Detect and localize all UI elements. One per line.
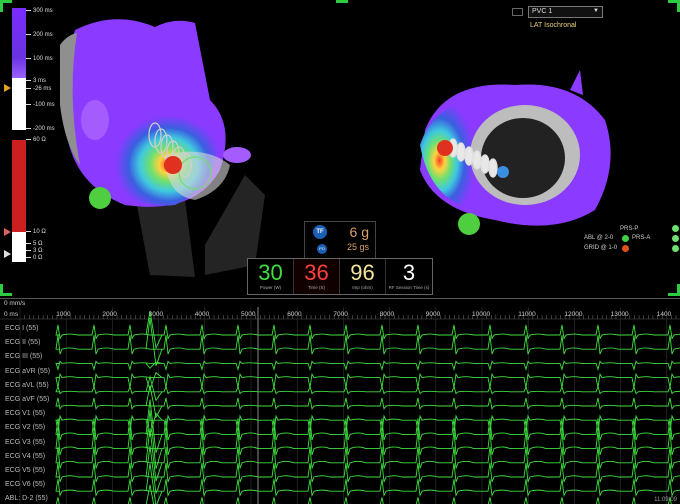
scale-tick: -100 ms <box>26 102 55 108</box>
scale-tick: 3 Ω <box>26 248 43 254</box>
clock: 11:09:09 <box>654 497 677 503</box>
legend-prs-p: PRS-P <box>620 226 639 232</box>
scale-tick: 3 ms <box>26 78 46 84</box>
scale-tick: -200 ms <box>26 126 55 132</box>
lead-label[interactable]: ECG II (55) <box>5 339 40 346</box>
color-scale[interactable]: 300 ms 200 ms 100 ms 3 ms -26 ms -100 ms… <box>0 0 60 264</box>
map-select-icon[interactable] <box>512 8 523 16</box>
lead-label[interactable]: ECG V1 (55) <box>5 410 45 417</box>
ruler-tick-label: 5000 <box>241 311 256 318</box>
ruler-tick-label: 13000 <box>610 311 629 318</box>
session-time-value: 3 <box>402 260 416 285</box>
viewport-corner <box>668 0 680 12</box>
scale-tick: 10 Ω <box>26 229 46 235</box>
contact-force-panel: TF PO 6 g 25 gs <box>304 221 376 259</box>
ecg-trace <box>55 399 680 453</box>
ruler-tick-label: 11000 <box>518 311 536 318</box>
scale-tick: -26 ms <box>26 86 51 92</box>
ruler-tick-label: 8000 <box>379 311 395 318</box>
ecg-traces[interactable] <box>0 299 680 504</box>
contact-force-value: 6 g <box>349 224 369 240</box>
impedance-scale-bar <box>12 140 26 232</box>
ruler-tick-label: 9000 <box>425 311 441 318</box>
chevron-down-icon[interactable]: ▼ <box>593 8 599 14</box>
viewport-center-mark <box>336 0 348 3</box>
ecg-trace <box>55 484 672 504</box>
scale-tick: 60 Ω <box>26 137 46 143</box>
scale-tick: 300 ms <box>26 8 53 14</box>
power-value: 30 <box>258 260 283 285</box>
prs-a-dot-icon <box>672 235 679 242</box>
legend-grid: GRID @ 1-0 <box>584 245 618 251</box>
heart-model-right[interactable] <box>405 70 630 240</box>
status-dot-icon <box>672 245 679 252</box>
time-cell: 36 Time (S) <box>294 259 340 294</box>
legend-prs-a: PRS-A <box>632 235 651 241</box>
scale-tick: 200 ms <box>26 32 53 38</box>
ecg-panel[interactable]: 0 mm/s 0 ms 1000 2000 3000 4000 5000 6000 7000… <box>0 298 680 504</box>
impedance-scale-bar-white <box>12 232 26 262</box>
ablation-data-panel: 30 Power (W) 36 Time (S) 96 Imp (ohm) 3 … <box>247 258 433 295</box>
ruler-tick-label: 7000 <box>333 311 348 318</box>
ruler-tick-label: 1400 <box>656 311 672 318</box>
viewport-corner <box>668 284 680 296</box>
time-label: Time (S) <box>307 285 326 290</box>
lat-scale-bar-white <box>12 78 26 130</box>
lead-label[interactable]: ECG V6 (55) <box>5 481 45 488</box>
legend-abl: ABL @ 2-0 <box>584 235 614 241</box>
power-label: Power (W) <box>259 285 282 290</box>
scale-tick: 5 Ω <box>26 241 43 247</box>
scale-handle-icon[interactable] <box>4 250 11 258</box>
lead-label[interactable]: ECG I (55) <box>5 325 38 332</box>
contact-force-integral: 25 gs <box>346 242 369 252</box>
lat-scale-bar <box>12 8 26 78</box>
scale-handle-icon[interactable] <box>4 84 11 92</box>
session-time-cell: 3 RF Session Time (s) <box>386 259 432 294</box>
ecg-trace <box>55 463 680 504</box>
ruler-tick-label: 1000 <box>56 311 71 318</box>
session-time-label: RF Session Time (s) <box>388 285 430 290</box>
map-viewport[interactable]: 300 ms 200 ms 100 ms 3 ms -26 ms -100 ms… <box>0 0 680 298</box>
ruler-header: 0 mm/s <box>4 300 26 307</box>
abl-dot-icon <box>622 235 629 242</box>
lead-label[interactable]: ECG aVR (55) <box>5 368 50 375</box>
grid-dot-icon <box>622 245 629 252</box>
heart-model-left[interactable] <box>55 15 265 280</box>
impedance-label: Imp (ohm) <box>352 285 373 290</box>
ecg-trace <box>55 317 680 366</box>
power-cell: 30 Power (W) <box>248 259 294 294</box>
lead-label[interactable]: ECG aVF (55) <box>5 396 49 403</box>
viewport-corner <box>0 284 12 296</box>
ruler-origin: 0 ms <box>4 311 19 318</box>
time-ruler[interactable]: 0 mm/s 0 ms 1000 2000 3000 4000 5000 6000 7000… <box>0 299 680 319</box>
ecg-trace <box>55 360 680 372</box>
ruler-tick-label: 3000 <box>148 311 164 318</box>
ruler-tick-label: 2000 <box>102 311 117 318</box>
lead-label[interactable]: ECG V2 (55) <box>5 424 45 431</box>
prs-p-dot-icon <box>672 225 679 232</box>
time-value: 36 <box>304 260 329 285</box>
map-select-value: PVC 1 <box>532 8 553 15</box>
lead-label[interactable]: ECG V5 (55) <box>5 467 45 474</box>
lead-label[interactable]: ECG V4 (55) <box>5 453 45 460</box>
lead-label[interactable]: ECG III (55) <box>5 353 42 360</box>
lead-label[interactable]: ECG V3 (55) <box>5 439 45 446</box>
scale-tick: 100 ms <box>26 56 53 62</box>
ruler-tick-label: 4000 <box>194 311 210 318</box>
ecg-trace <box>55 410 680 469</box>
impedance-value: 96 <box>350 260 375 285</box>
map-select-dropdown[interactable]: PVC 1 ▼ <box>528 6 603 18</box>
map-subtitle: LAT Isochronal <box>530 22 577 29</box>
lead-label[interactable]: ECG aVL (55) <box>5 382 49 389</box>
lead-label[interactable]: ABL: D-2 (55) <box>5 495 48 502</box>
scale-tick: 0 Ω <box>26 255 43 261</box>
ruler-tick-label: 12000 <box>564 311 583 318</box>
impedance-cell: 96 Imp (ohm) <box>340 259 386 294</box>
scale-handle-icon[interactable] <box>4 228 11 236</box>
ruler-tick-label: 6000 <box>287 311 302 318</box>
ruler-tick-label: 10000 <box>472 311 491 318</box>
